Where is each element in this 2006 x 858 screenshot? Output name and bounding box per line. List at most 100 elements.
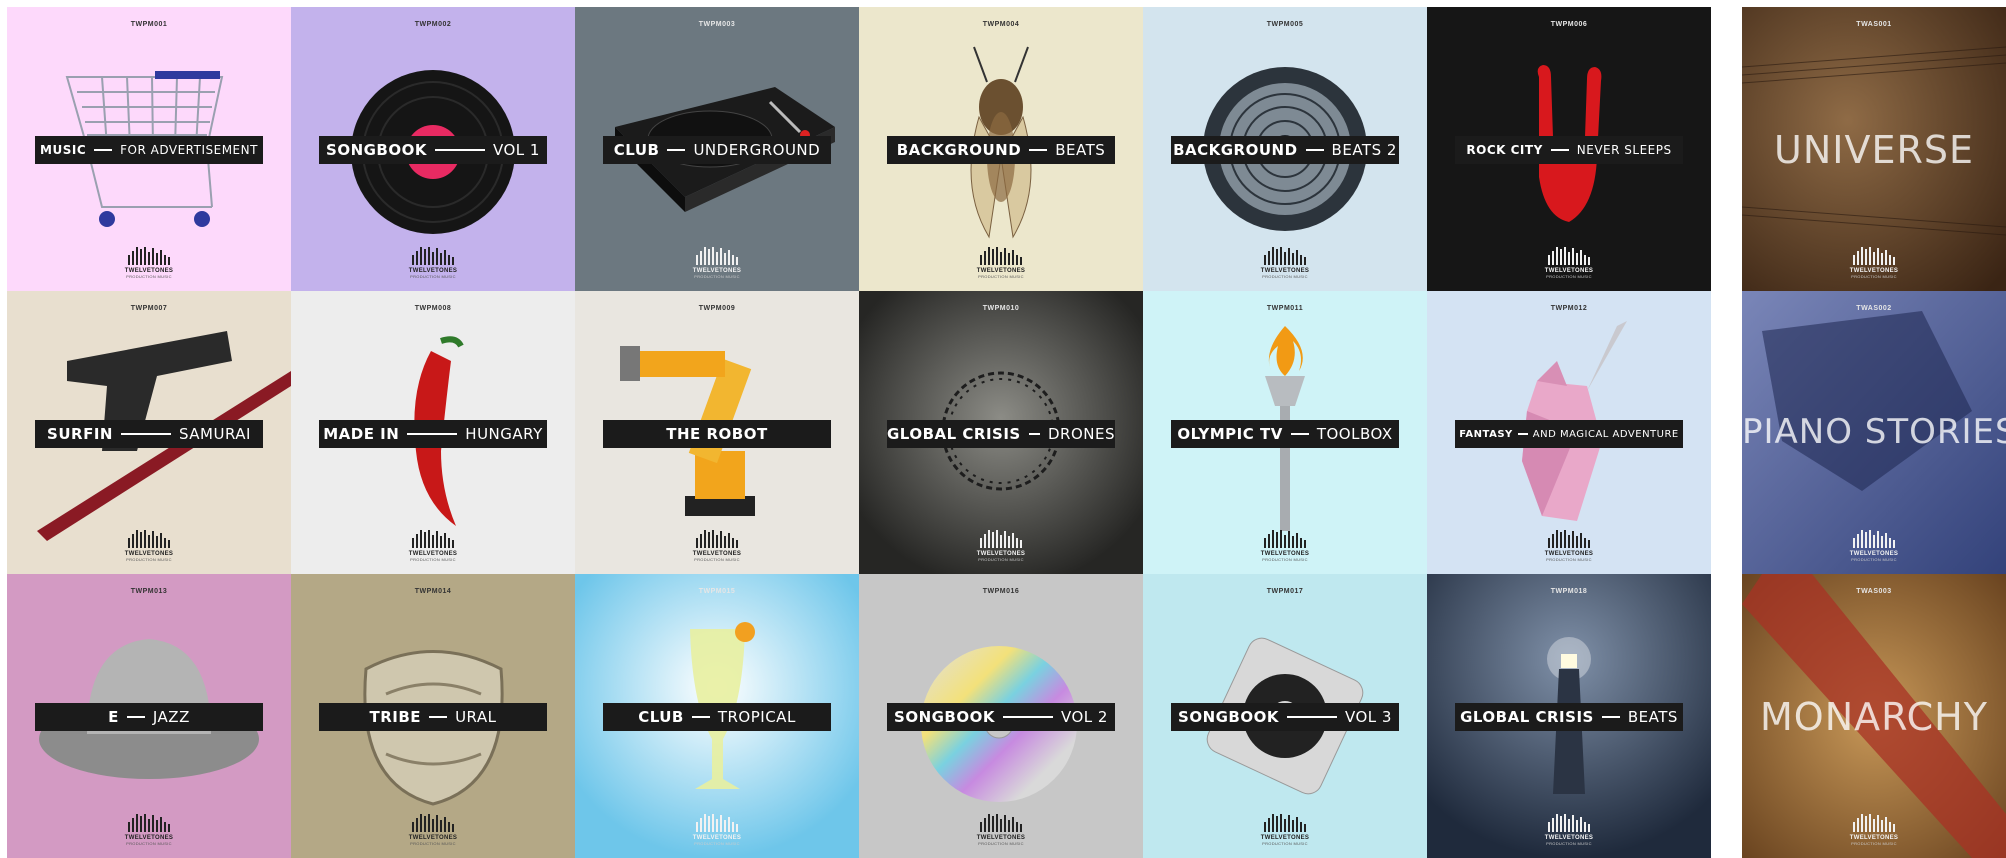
twelvetones-logo: TWELVETONES PRODUCTION MUSIC [575, 814, 859, 846]
title-band: MUSIC FOR ADVERTISEMENT [35, 136, 263, 164]
album-subtitle: BEATS 2 [1331, 141, 1397, 159]
twelvetones-logo: TWELVETONES PRODUCTION MUSIC [291, 530, 575, 562]
catalog-code: TWPM008 [414, 305, 452, 312]
album-subtitle: VOL 1 [493, 141, 540, 159]
twelvetones-logo: TWELVETONES PRODUCTION MUSIC [1742, 530, 2006, 562]
catalog-code: TWPM003 [698, 21, 736, 28]
title-band: CLUB UNDERGROUND [603, 136, 831, 164]
twelvetones-logo: TWELVETONES PRODUCTION MUSIC [859, 530, 1143, 562]
album-tile[interactable]: TWPM007 SURFIN SAMURAI TWELVETONES PRODUCT… [7, 291, 291, 574]
title-band: SONGBOOK VOL 2 [887, 703, 1115, 731]
twelvetones-logo: TWELVETONES PRODUCTION MUSIC [7, 530, 291, 562]
side-album-column: TWAS001 UNIVERSE TWELVETONES PRODUCTION M… [1742, 7, 2006, 858]
album-title: BACKGROUND [1173, 141, 1298, 159]
side-album-tile[interactable]: TWAS002 PIANO STORIES TWELVETONES PRODUCT… [1742, 291, 2006, 574]
title-band: GLOBAL CRISIS BEATS [1455, 703, 1683, 731]
album-tile[interactable]: TWPM009 THE ROBOT TWELVETONES PRODUCTION … [575, 291, 859, 574]
title-band: TRIBE URAL [319, 703, 547, 731]
album-title: SONGBOOK [894, 708, 995, 726]
album-tile[interactable]: TWPM008 MADE IN HUNGARY TWELVETONES PRODUC… [291, 291, 575, 574]
catalog-code: TWPM005 [1266, 21, 1304, 28]
album-subtitle: JAZZ [152, 708, 190, 726]
album-tile[interactable]: TWPM015 CLUB TROPICAL TWELVETONES PRODUCTI… [575, 574, 859, 858]
album-subtitle: AND MAGICAL ADVENTURE [1532, 428, 1679, 440]
album-title: SONGBOOK [1178, 708, 1279, 726]
catalog-code: TWAS003 [1856, 588, 1892, 595]
catalog-code: TWPM017 [1266, 588, 1304, 595]
album-title: GLOBAL CRISIS [1460, 708, 1594, 726]
album-subtitle: SAMURAI [178, 425, 251, 443]
side-album-tile[interactable]: TWAS003 MONARCHY TWELVETONES PRODUCTION M… [1742, 574, 2006, 858]
side-album-tile[interactable]: TWAS001 UNIVERSE TWELVETONES PRODUCTION M… [1742, 7, 2006, 291]
twelvetones-logo: TWELVETONES PRODUCTION MUSIC [7, 814, 291, 846]
album-subtitle: VOL 2 [1061, 708, 1108, 726]
twelvetones-logo: TWELVETONES PRODUCTION MUSIC [1143, 814, 1427, 846]
album-tile[interactable]: TWPM012 FANTASY AND MAGICAL ADVENTURE TWE… [1427, 291, 1711, 574]
catalog-code: TWPM007 [130, 305, 168, 312]
catalog-code: TWPM012 [1550, 305, 1588, 312]
album-title: FANTASY [1459, 428, 1513, 440]
twelvetones-logo: TWELVETONES PRODUCTION MUSIC [1427, 247, 1711, 279]
album-tile[interactable]: TWPM001 MUSIC FOR ADVERTISEMENT TWELVETON… [7, 7, 291, 291]
album-title: GLOBAL CRISIS [887, 425, 1021, 443]
album-tile[interactable]: TWPM010 GLOBAL CRISIS DRONES TWELVETONES P… [859, 291, 1143, 574]
twelvetones-logo: TWELVETONES PRODUCTION MUSIC [291, 247, 575, 279]
title-band: ROCK CITY NEVER SLEEPS [1455, 136, 1683, 164]
twelvetones-logo: TWELVETONES PRODUCTION MUSIC [575, 530, 859, 562]
album-title: MADE IN [323, 425, 400, 443]
album-title: CLUB [613, 141, 660, 159]
title-band: BACKGROUND BEATS [887, 136, 1115, 164]
album-title: CLUB [638, 708, 684, 726]
twelvetones-logo: TWELVETONES PRODUCTION MUSIC [859, 247, 1143, 279]
title-band: THE ROBOT [603, 420, 831, 448]
album-title: MUSIC [40, 143, 87, 157]
title-band: GLOBAL CRISIS DRONES [887, 420, 1115, 448]
album-title: ROCK CITY [1466, 143, 1543, 157]
catalog-code: TWPM004 [982, 21, 1020, 28]
album-tile[interactable]: TWPM005 BACKGROUND BEATS 2 TWELVETONES PRO… [1143, 7, 1427, 291]
album-tile[interactable]: TWPM011 OLYMPIC TV TOOLBOX TWELVETONES PRO… [1143, 291, 1427, 574]
album-title: BACKGROUND [896, 141, 1022, 159]
album-tile[interactable]: TWPM014 TRIBE URAL TWELVETONES PRODUCTION … [291, 574, 575, 858]
album-subtitle: TOOLBOX [1316, 425, 1393, 443]
catalog-code: TWPM013 [130, 588, 168, 595]
catalog-code: TWPM002 [414, 21, 452, 28]
album-tile[interactable]: TWPM017 SONGBOOK VOL 3 TWELVETONES PRODUCT… [1143, 574, 1427, 858]
album-title: THE ROBOT [666, 425, 768, 443]
album-tile[interactable]: TWPM013 E JAZZ TWELVETONES PRODUCTION MUSI… [7, 574, 291, 858]
title-band: OLYMPIC TV TOOLBOX [1171, 420, 1399, 448]
album-tile[interactable]: TWPM002 SONGBOOK VOL 1 TWELVETONES PRODUCT… [291, 7, 575, 291]
album-title: OLYMPIC TV [1177, 425, 1283, 443]
album-subtitle: URAL [455, 708, 497, 726]
title-band: CLUB TROPICAL [603, 703, 831, 731]
title-band: MADE IN HUNGARY [319, 420, 547, 448]
album-title: SONGBOOK [326, 141, 427, 159]
album-subtitle: BEATS [1627, 708, 1678, 726]
title-band: SONGBOOK VOL 1 [319, 136, 547, 164]
title-band: FANTASY AND MAGICAL ADVENTURE [1455, 420, 1683, 448]
album-tile[interactable]: TWPM016 SONGBOOK VOL 2 TWELVETONES PRODUCT… [859, 574, 1143, 858]
album-subtitle: VOL 3 [1345, 708, 1392, 726]
album-tile[interactable]: TWPM006 ROCK CITY NEVER SLEEPS TWELVETONE… [1427, 7, 1711, 291]
twelvetones-logo: TWELVETONES PRODUCTION MUSIC [291, 814, 575, 846]
album-title: PIANO STORIES [1742, 412, 2006, 452]
catalog-code: TWAS001 [1856, 21, 1892, 28]
album-tile[interactable]: TWPM004 BACKGROUND BEATS TWELVETONES PRODU… [859, 7, 1143, 291]
album-tile[interactable]: TWPM003 CLUB UNDERGROUND TWELVETONES PRODU… [575, 7, 859, 291]
title-band: SONGBOOK VOL 3 [1171, 703, 1399, 731]
catalog-code: TWAS002 [1856, 305, 1892, 312]
catalog-code: TWPM018 [1550, 588, 1588, 595]
catalog-code: TWPM001 [130, 21, 168, 28]
album-title: E [108, 708, 119, 726]
album-subtitle: NEVER SLEEPS [1576, 143, 1672, 157]
album-grid: TWPM001 MUSIC FOR ADVERTISEMENT TWELVETON… [7, 7, 1711, 858]
album-title: MONARCHY [1760, 695, 1988, 739]
twelvetones-logo: TWELVETONES PRODUCTION MUSIC [1427, 530, 1711, 562]
album-subtitle: DRONES [1048, 425, 1115, 443]
catalog-code: TWPM014 [414, 588, 452, 595]
twelvetones-logo: TWELVETONES PRODUCTION MUSIC [1742, 814, 2006, 846]
title-band: BACKGROUND BEATS 2 [1171, 136, 1399, 164]
catalog-code: TWPM010 [982, 305, 1020, 312]
album-tile[interactable]: TWPM018 GLOBAL CRISIS BEATS TWELVETONES PR… [1427, 574, 1711, 858]
catalog-code: TWPM006 [1550, 21, 1588, 28]
